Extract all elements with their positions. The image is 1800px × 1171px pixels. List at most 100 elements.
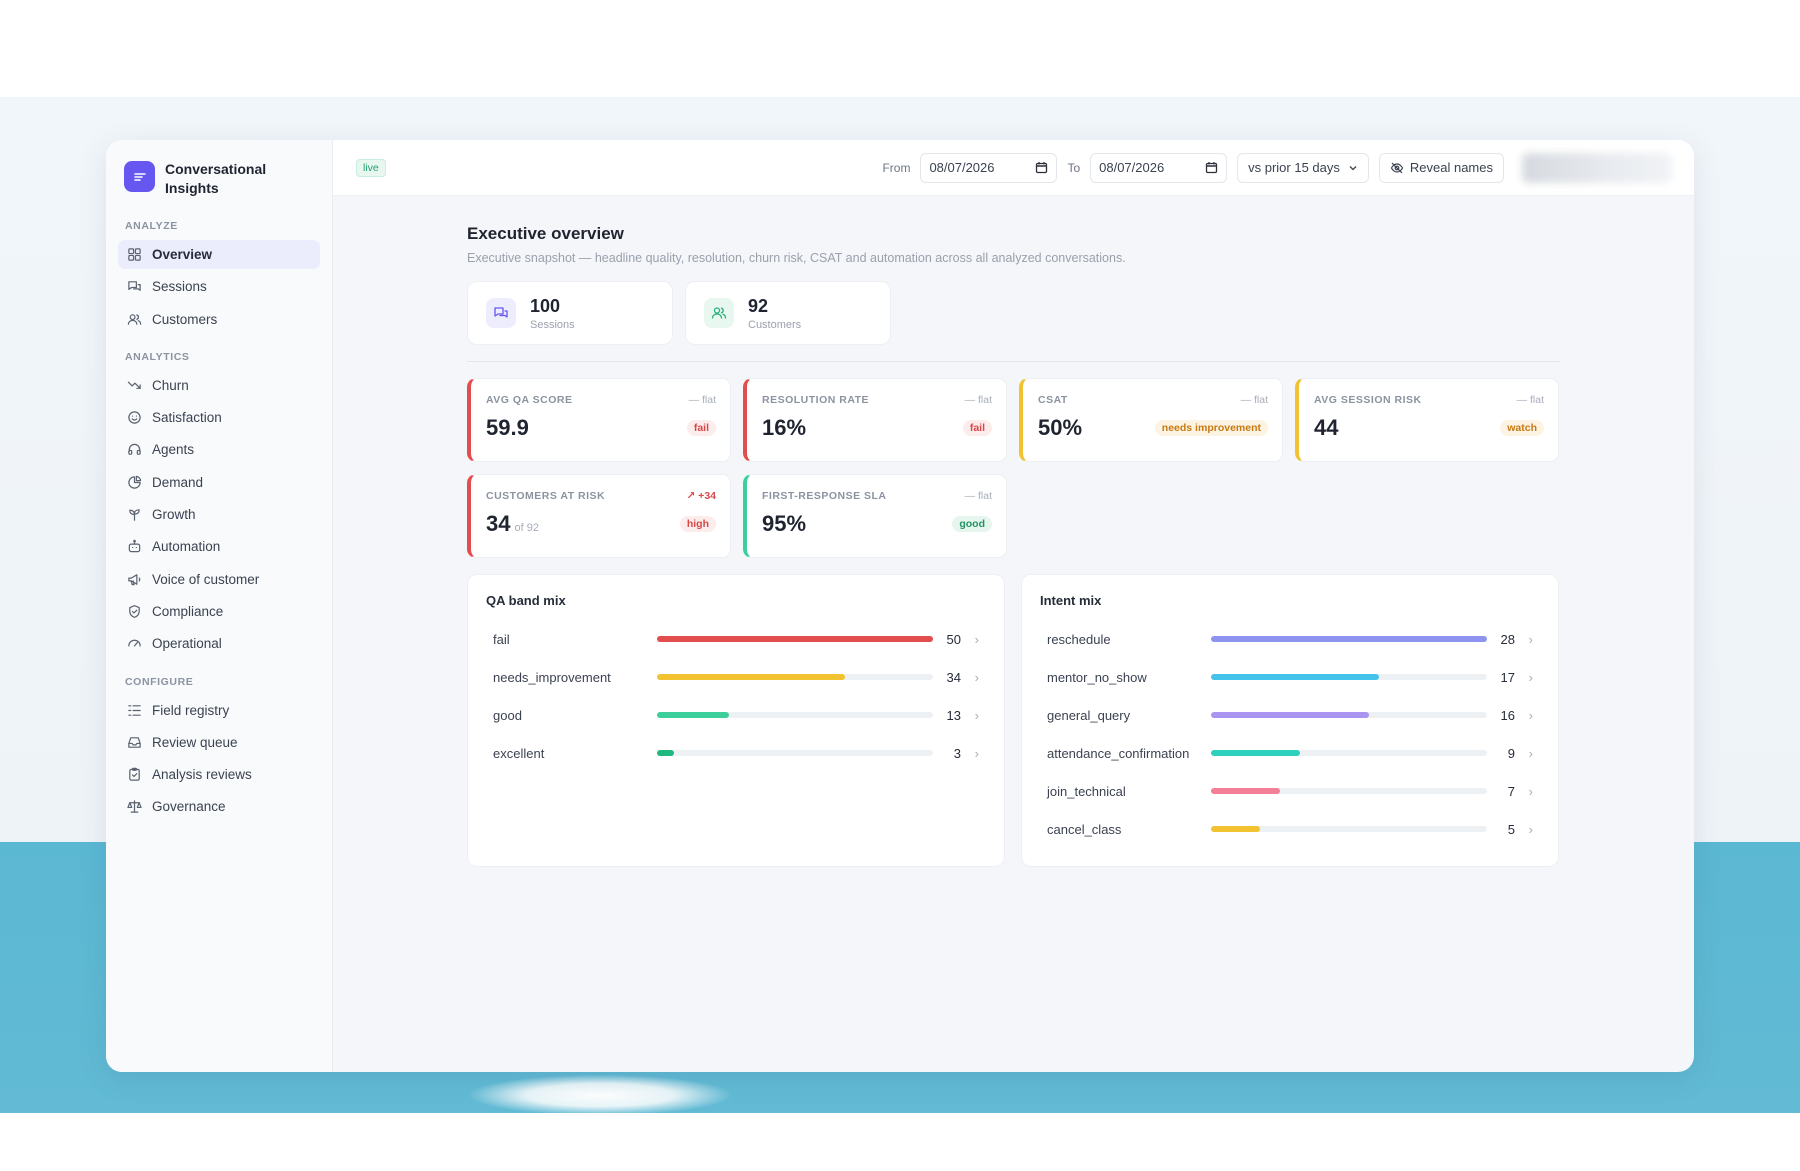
qa-band-mix-list: fail 50 › needs_improvement 34 › good 13 › excell… (486, 620, 986, 772)
mix-count: 16 (1500, 707, 1515, 723)
sidebar-item-analysis-reviews[interactable]: Analysis reviews (118, 760, 320, 789)
mix-bar (1211, 788, 1280, 794)
mix-row-general-query[interactable]: general_query 16 › (1040, 696, 1540, 734)
mix-row-mentor-no-show[interactable]: mentor_no_show 17 › (1040, 658, 1540, 696)
mix-row-fail[interactable]: fail 50 › (486, 620, 986, 658)
mix-row-attendance-confirmation[interactable]: attendance_confirmation 9 › (1040, 734, 1540, 772)
sidebar-item-label: Governance (152, 799, 226, 815)
status-badge: high (679, 516, 716, 532)
calendar-icon (1205, 162, 1218, 174)
kpi-of: of 92 (514, 522, 539, 534)
background-bottom (0, 1113, 1800, 1171)
to-date-input[interactable]: 08/07/2026 (1090, 152, 1228, 183)
sidebar-item-demand[interactable]: Demand (118, 468, 320, 497)
user-menu[interactable] (1522, 152, 1672, 183)
kpi-card-avg-qa-score[interactable]: AVG QA SCORE — flat 59.9 fail (467, 378, 731, 462)
status-badge: fail (686, 420, 716, 436)
mix-row-join-technical[interactable]: join_technical 7 › (1040, 772, 1540, 810)
mix-count: 3 (953, 745, 961, 761)
kpi-trend: — flat (964, 394, 992, 406)
kpi-label: AVG SESSION RISK (1314, 394, 1422, 406)
mix-row-cancel-class[interactable]: cancel_class 5 › (1040, 810, 1540, 848)
kpi-value: 16% (762, 415, 807, 440)
chevron-right-icon: › (974, 707, 979, 723)
qa-band-mix-card: QA band mix fail 50 › needs_improvement 34 › g… (467, 574, 1005, 867)
to-label: To (1067, 160, 1081, 175)
mix-count: 17 (1500, 669, 1515, 685)
calendar-icon (1036, 162, 1048, 174)
mix-bar (657, 636, 933, 642)
chevron-right-icon: › (1528, 631, 1533, 647)
sidebar-item-label: Satisfaction (152, 410, 222, 426)
mix-row-needs-improvement[interactable]: needs_improvement 34 › (486, 658, 986, 696)
smile-icon (128, 411, 141, 424)
mix-bar (1211, 674, 1379, 680)
users-icon (127, 313, 142, 325)
stat-label: Sessions (530, 318, 575, 331)
compare-period-select[interactable]: vs prior 15 days (1237, 152, 1369, 183)
chevron-down-icon (1349, 165, 1357, 170)
sidebar-item-field-registry[interactable]: Field registry (118, 696, 320, 725)
kpi-label: RESOLUTION RATE (762, 394, 870, 406)
section-divider (467, 361, 1560, 362)
kpi-card-first-response-sla[interactable]: FIRST-RESPONSE SLA — flat 95% good (743, 474, 1007, 558)
from-date-input[interactable]: 08/07/2026 (920, 152, 1058, 183)
chevron-right-icon: › (1528, 707, 1533, 723)
intent-mix-card: Intent mix reschedule 28 › mentor_no_show 17… (1021, 574, 1559, 867)
stat-card-sessions[interactable]: 100 Sessions (467, 281, 673, 345)
sidebar-item-overview[interactable]: Overview (118, 240, 320, 269)
mix-bar (1211, 826, 1261, 832)
kpi-value: 34 (486, 511, 511, 536)
sidebar-item-label: Operational (152, 636, 222, 652)
brand[interactable]: Conversational Insights (118, 160, 320, 206)
sidebar-item-churn[interactable]: Churn (118, 371, 320, 400)
sidebar-item-automation[interactable]: Automation (118, 532, 320, 561)
sidebar-item-compliance[interactable]: Compliance (118, 597, 320, 626)
kpi-value: 44 (1314, 415, 1339, 440)
kpi-card-resolution-rate[interactable]: RESOLUTION RATE — flat 16% fail (743, 378, 1007, 462)
kpi-label: AVG QA SCORE (486, 394, 573, 406)
kpi-value: 95% (762, 511, 807, 536)
stat-card-customers[interactable]: 92 Customers (685, 281, 891, 345)
sidebar-item-review-queue[interactable]: Review queue (118, 728, 320, 757)
grid-icon (128, 248, 141, 261)
sidebar-item-satisfaction[interactable]: Satisfaction (118, 403, 320, 432)
mix-label: cancel_class (1047, 821, 1122, 837)
sidebar-item-agents[interactable]: Agents (118, 435, 320, 464)
mix-label: needs_improvement (493, 669, 611, 685)
chevron-right-icon: › (1528, 745, 1533, 761)
page-title: Executive overview (467, 224, 624, 243)
chevron-right-icon: › (1528, 821, 1533, 837)
sidebar-item-sessions[interactable]: Sessions (118, 272, 320, 301)
mix-row-good[interactable]: good 13 › (486, 696, 986, 734)
mix-row-reschedule[interactable]: reschedule 28 › (1040, 620, 1540, 658)
sidebar-item-customers[interactable]: Customers (118, 305, 320, 334)
status-badge: fail (962, 420, 992, 436)
sidebar-item-governance[interactable]: Governance (118, 792, 320, 821)
mix-bar-track (1211, 674, 1487, 680)
mix-bar-track (1211, 636, 1487, 642)
mix-label: join_technical (1047, 783, 1126, 799)
kpi-card-csat[interactable]: CSAT — flat 50% needs improvement (1019, 378, 1283, 462)
sidebar-item-operational[interactable]: Operational (118, 629, 320, 658)
eye-off-icon (1390, 162, 1404, 173)
reveal-names-button[interactable]: Reveal names (1378, 152, 1504, 183)
kpi-card-customers-at-risk[interactable]: CUSTOMERS AT RISK ↗ +34 34 of 92 high (467, 474, 731, 558)
sidebar-item-growth[interactable]: Growth (118, 500, 320, 529)
status-badge: good (952, 516, 992, 532)
mix-count: 13 (946, 707, 961, 723)
sidebar-item-voice-of-customer[interactable]: Voice of customer (118, 565, 320, 594)
mix-bar-track (1211, 788, 1487, 794)
kpi-grid: AVG QA SCORE — flat 59.9 fail RESOLUTION RAT… (467, 378, 1694, 558)
sessions-icon (486, 298, 516, 328)
chevron-right-icon: › (974, 745, 979, 761)
mix-label: excellent (493, 745, 545, 761)
kpi-card-avg-session-risk[interactable]: AVG SESSION RISK — flat 44 watch (1295, 378, 1559, 462)
sidebar-item-label: Demand (152, 474, 204, 490)
kpi-trend: — flat (964, 490, 992, 502)
mix-row-excellent[interactable]: excellent 3 › (486, 734, 986, 772)
mix-label: good (493, 707, 522, 723)
from-label: From (882, 160, 911, 175)
kpi-label: CSAT (1038, 394, 1068, 406)
list-icon (128, 704, 141, 716)
